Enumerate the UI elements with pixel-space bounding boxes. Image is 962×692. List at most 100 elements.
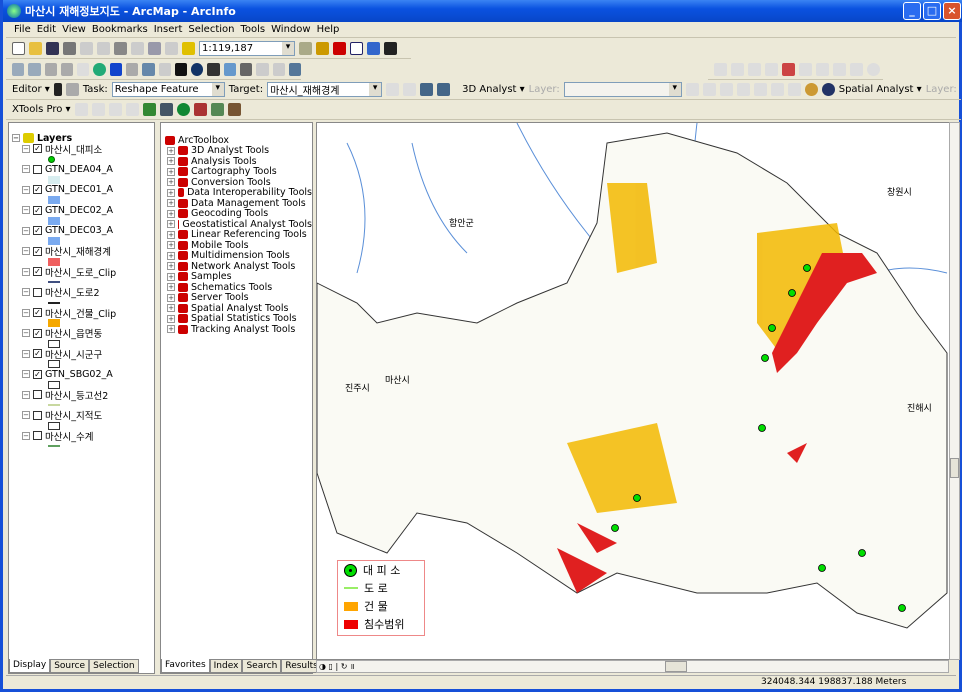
identify-icon[interactable] — [191, 63, 204, 76]
toolbox-item[interactable]: + Tracking Analyst Tools — [163, 324, 312, 335]
sketch-tool-icon[interactable] — [65, 83, 79, 96]
toolbox-item[interactable]: + Conversion Tools — [163, 177, 312, 188]
menu-insert[interactable]: Insert — [154, 24, 183, 35]
toolbox-item[interactable]: + Mobile Tools — [163, 240, 312, 251]
select-elements-icon[interactable] — [174, 63, 188, 76]
scale-combo[interactable]: 1:119,187 — [199, 41, 295, 56]
toolbox-item[interactable]: + Analysis Tools — [163, 156, 312, 167]
tab-favorites[interactable]: Favorites — [161, 659, 210, 673]
layer-visibility-checkbox[interactable]: ✓ — [33, 267, 42, 277]
map-display[interactable]: 함안군 창원시 진주시 진해시 마산시 대 피 소 도 로 건 물 침수범위 — [316, 122, 951, 660]
shelter-point[interactable] — [758, 424, 766, 432]
collapse-icon[interactable]: − — [22, 206, 30, 215]
shelter-point[interactable] — [858, 549, 866, 557]
toolbox-item[interactable]: + Samples — [163, 271, 312, 282]
toolbox-item[interactable]: + Schematics Tools — [163, 282, 312, 293]
delete-icon[interactable] — [131, 42, 144, 55]
xtools-search-icon[interactable] — [227, 103, 241, 116]
vertical-scroll-thumb[interactable] — [950, 458, 959, 478]
measure-icon[interactable] — [239, 63, 253, 76]
explode-icon[interactable] — [799, 63, 812, 76]
toc-layer[interactable]: − ✓ 마산시_읍면동 — [22, 328, 154, 349]
toolbox-item[interactable]: + Geostatistical Analyst Tools — [163, 219, 312, 230]
horizontal-scroll-thumb[interactable] — [665, 661, 687, 672]
extend-icon[interactable] — [748, 63, 761, 76]
editor-toolbar-icon[interactable] — [299, 42, 312, 55]
toolbox-item[interactable]: + Spatial Analyst Tools — [163, 303, 312, 314]
toc-layer[interactable]: − ✓ 마산시_대피소 — [22, 144, 154, 165]
arccatalog-icon[interactable] — [316, 42, 329, 55]
expand-icon[interactable]: + — [167, 167, 175, 176]
fixed-zoom-out-icon[interactable] — [60, 63, 74, 76]
tab-search[interactable]: Search — [242, 659, 282, 673]
shelter-point[interactable] — [818, 564, 826, 572]
split-tool-icon[interactable] — [386, 83, 400, 96]
menu-window[interactable]: Window — [271, 24, 310, 35]
contour-icon[interactable] — [685, 83, 699, 96]
collapse-icon[interactable]: − — [22, 144, 30, 153]
arcglobe-icon[interactable] — [821, 83, 835, 96]
layer-visibility-checkbox[interactable]: ✓ — [33, 226, 42, 236]
expand-icon[interactable]: + — [167, 230, 175, 239]
menu-file[interactable]: File — [14, 24, 31, 35]
3d-analyst-menu[interactable]: 3D Analyst ▾ — [462, 84, 525, 95]
close-button[interactable]: × — [943, 2, 961, 20]
target-combo[interactable]: 마산시_재해경계 — [267, 82, 383, 97]
collapse-icon[interactable]: − — [22, 308, 30, 317]
xtools-overlay-icon[interactable] — [125, 103, 139, 116]
collapse-icon[interactable]: − — [22, 329, 30, 338]
go-to-xy-icon[interactable] — [223, 63, 236, 76]
cut-icon[interactable] — [80, 42, 93, 55]
save-icon[interactable] — [46, 42, 59, 55]
attributes-icon[interactable] — [420, 83, 434, 96]
xtools-convert-icon[interactable] — [108, 103, 122, 116]
expand-icon[interactable]: + — [167, 209, 175, 218]
copy-icon[interactable] — [97, 42, 110, 55]
menu-selection[interactable]: Selection — [188, 24, 234, 35]
expand-icon[interactable]: + — [167, 157, 175, 166]
interpolate-line-icon[interactable] — [753, 83, 767, 96]
redo-icon[interactable] — [165, 42, 178, 55]
toolbox-item[interactable]: + Data Management Tools — [163, 198, 312, 209]
pan-icon[interactable] — [77, 63, 90, 76]
collapse-icon[interactable]: − — [22, 411, 30, 420]
editor-menu[interactable]: Editor ▾ — [12, 84, 50, 95]
interpolate-polygon-icon[interactable] — [770, 83, 784, 96]
expand-icon[interactable]: + — [167, 283, 175, 292]
menu-help[interactable]: Help — [317, 24, 340, 35]
shelter-point[interactable] — [761, 354, 769, 362]
rotate-tool-icon[interactable] — [403, 83, 417, 96]
layer-visibility-checkbox[interactable]: ✓ — [33, 369, 42, 379]
toolbox-item[interactable]: + Network Analyst Tools — [163, 261, 312, 272]
expand-icon[interactable]: + — [167, 272, 175, 281]
tab-index[interactable]: Index — [209, 659, 243, 673]
3d-layer-combo[interactable] — [563, 82, 682, 97]
full-extent-icon[interactable] — [93, 63, 106, 76]
collapse-icon[interactable]: − — [22, 390, 30, 399]
line-intersection-icon[interactable] — [782, 63, 795, 76]
tab-source[interactable]: Source — [50, 659, 90, 673]
xtools-grid-icon[interactable] — [210, 103, 224, 116]
toc-layer[interactable]: − 마산시_등고선2 — [22, 390, 154, 411]
arctoolbox-root[interactable]: ArcToolbox — [163, 135, 312, 146]
task-combo[interactable]: Reshape Feature — [111, 82, 225, 97]
toc-layer[interactable]: − ✓ 마산시_도로_Clip — [22, 267, 154, 288]
layer-visibility-checkbox[interactable] — [33, 164, 42, 174]
forward-icon[interactable] — [125, 63, 139, 76]
map-vertical-scrollbar[interactable] — [949, 122, 960, 660]
clear-selection-icon[interactable] — [158, 63, 171, 76]
xtools-table-icon[interactable] — [74, 103, 88, 116]
toolbox-item[interactable]: + Data Interoperability Tools — [163, 187, 312, 198]
toc-layer[interactable]: − ✓ GTN_DEC02_A — [22, 205, 154, 226]
layer-visibility-checkbox[interactable] — [33, 287, 42, 297]
tab-selection[interactable]: Selection — [89, 659, 139, 673]
collapse-icon[interactable]: − — [22, 267, 30, 276]
steepest-path-icon[interactable] — [702, 83, 716, 96]
expand-icon[interactable]: + — [167, 199, 175, 208]
collapse-icon[interactable]: − — [22, 247, 30, 256]
fillet-icon[interactable] — [731, 63, 744, 76]
toc-layer[interactable]: − GTN_DEA04_A — [22, 164, 154, 185]
toc-layer[interactable]: − 마산시_수계 — [22, 431, 154, 452]
open-icon[interactable] — [29, 42, 42, 55]
xtools-edit-icon[interactable] — [91, 103, 105, 116]
